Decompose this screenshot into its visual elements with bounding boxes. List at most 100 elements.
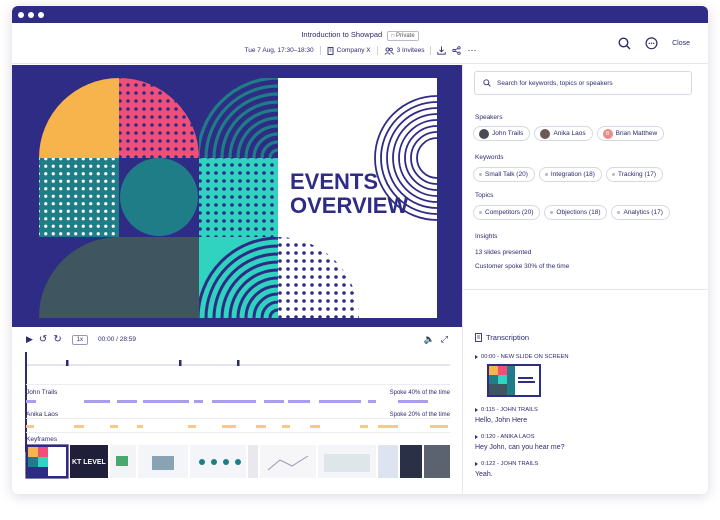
player-panel: EVENTS OVERVIEW ▶ ↺ ↻ 1x 00:00 / 28:59 🔈… — [12, 65, 462, 494]
keyframe-thumbnail[interactable] — [378, 445, 398, 478]
chat-icon[interactable] — [645, 37, 658, 50]
keyframe-thumbnail[interactable] — [318, 445, 376, 478]
speech-segment[interactable] — [360, 425, 368, 428]
speech-segment[interactable] — [137, 425, 143, 428]
search-icon — [483, 79, 491, 87]
transcript-timestamp: 00:00 - NEW SLIDE ON SCREEN — [481, 354, 569, 360]
transcript-entry[interactable]: 0:120 - ANIKA LAOS — [475, 434, 535, 440]
transcript-entry[interactable]: 0:115 - JOHN TRAILS — [475, 407, 538, 413]
forward-icon[interactable]: ↻ — [53, 334, 61, 345]
people-icon — [384, 46, 394, 55]
lock-icon: □ — [391, 33, 395, 39]
keywords-label: Keywords — [475, 154, 504, 161]
rewind-icon[interactable]: ↺ — [39, 334, 47, 345]
dot-icon — [544, 173, 548, 176]
share-icon[interactable] — [452, 46, 462, 55]
search-icon[interactable] — [618, 37, 631, 50]
dot-icon — [617, 211, 621, 214]
speaker-chip[interactable]: John Trails — [473, 126, 531, 141]
speech-segment[interactable] — [310, 425, 320, 428]
keyframe-thumbnail[interactable]: KT LEVEL — [70, 445, 108, 478]
window-dot-icon[interactable] — [28, 11, 34, 18]
speaker-chip[interactable]: B Brian Matthew — [596, 126, 665, 141]
search-placeholder: Search for keywords, topics or speakers — [497, 79, 613, 87]
keyframe-thumbnail[interactable] — [248, 445, 258, 478]
speech-segment[interactable] — [194, 400, 203, 403]
slide-title-line2: OVERVIEW — [290, 193, 408, 218]
slide-artwork: EVENTS OVERVIEW — [38, 78, 437, 318]
speech-segment[interactable] — [368, 400, 376, 403]
speech-segment[interactable] — [74, 425, 84, 428]
transcript-entry[interactable]: 00:00 - NEW SLIDE ON SCREEN — [475, 354, 569, 360]
privacy-badge-label: Private — [396, 33, 415, 39]
speaker-chip[interactable]: Anika Laos — [534, 126, 593, 141]
volume-icon[interactable]: 🔈 — [424, 334, 435, 345]
speaker-track-percent: Spoke 20% of the time — [390, 412, 451, 418]
insights-panel: Search for keywords, topics or speakers … — [462, 65, 708, 494]
topic-chip[interactable]: Analytics (17) — [611, 205, 670, 220]
keyframe-thumbnail[interactable] — [190, 445, 246, 478]
keyword-chips: Small Talk (20) Integration (18) Trackin… — [473, 167, 664, 182]
speech-segment[interactable] — [378, 425, 398, 428]
slide-viewer: EVENTS OVERVIEW — [12, 65, 462, 327]
play-icon[interactable]: ▶ — [26, 334, 33, 345]
keyframe-thumbnail[interactable] — [110, 445, 136, 478]
search-input[interactable]: Search for keywords, topics or speakers — [474, 71, 692, 95]
speech-segment[interactable] — [84, 400, 110, 403]
close-button[interactable]: Close — [672, 40, 690, 47]
speech-segment[interactable] — [143, 400, 189, 403]
transcription-title: Transcription — [486, 333, 530, 342]
topic-chip[interactable]: Objections (18) — [544, 205, 608, 220]
chapter-marker[interactable] — [179, 360, 182, 366]
keyframe-thumbnail[interactable] — [25, 444, 69, 479]
keyword-chip[interactable]: Integration (18) — [538, 167, 602, 182]
transcript-entry[interactable]: 0:122 - JOHN TRAILS — [475, 461, 538, 467]
caret-right-icon — [475, 355, 478, 359]
chapter-marker[interactable] — [237, 360, 240, 366]
fullscreen-icon[interactable]: ⤢ — [441, 334, 448, 345]
speech-segment[interactable] — [222, 425, 236, 428]
chapter-marker[interactable] — [66, 360, 69, 366]
track-divider — [26, 384, 450, 385]
speech-segment[interactable] — [282, 425, 290, 428]
topic-label: Objections (18) — [556, 209, 601, 216]
transcript-slide-thumbnail[interactable] — [487, 364, 541, 397]
keyframe-thumbnail[interactable] — [138, 445, 188, 478]
topic-chip[interactable]: Competitors (20) — [473, 205, 541, 220]
invitees-button[interactable]: 3 Invitees — [384, 46, 424, 55]
meeting-meta: Tue 7 Aug, 17:30–18:30 Company X 3 Invit… — [12, 45, 708, 56]
speech-segment[interactable] — [26, 400, 36, 403]
keyframe-thumbnail[interactable] — [400, 445, 422, 478]
speech-segment[interactable] — [26, 425, 34, 428]
slide-thumbnail-graphic — [487, 364, 541, 397]
building-icon — [327, 46, 334, 55]
speech-segment[interactable] — [110, 425, 118, 428]
more-options-icon[interactable]: ⋯ — [467, 45, 476, 56]
speech-segment[interactable] — [398, 400, 428, 403]
speech-segment[interactable] — [319, 400, 361, 403]
speech-segment[interactable] — [117, 400, 137, 403]
speech-segment[interactable] — [430, 425, 448, 428]
window-dot-icon[interactable] — [18, 11, 24, 18]
keyword-chip[interactable]: Small Talk (20) — [473, 167, 535, 182]
keyframe-thumbnail[interactable] — [424, 445, 450, 478]
speech-segment[interactable] — [256, 425, 266, 428]
track-divider — [26, 418, 450, 419]
download-icon[interactable] — [437, 46, 447, 55]
speech-segment[interactable] — [212, 400, 256, 403]
meeting-title-text: Introduction to Showpad — [301, 30, 383, 39]
avatar — [540, 128, 551, 139]
divider — [376, 46, 378, 55]
speech-segment[interactable] — [264, 400, 284, 403]
speech-segment[interactable] — [288, 400, 310, 403]
speed-button[interactable]: 1x — [71, 334, 89, 345]
company-link[interactable]: Company X — [327, 46, 371, 55]
topic-label: Analytics (17) — [623, 209, 663, 216]
transcript-timestamp: 0:122 - JOHN TRAILS — [481, 461, 539, 467]
keyframe-thumbnail[interactable] — [260, 445, 316, 478]
avatar — [479, 128, 489, 139]
window-dot-icon[interactable] — [38, 11, 44, 18]
keyframe-partial-text: KT LEVEL — [72, 459, 107, 466]
keyword-chip[interactable]: Tracking (17) — [605, 167, 664, 182]
speech-segment[interactable] — [188, 425, 196, 428]
